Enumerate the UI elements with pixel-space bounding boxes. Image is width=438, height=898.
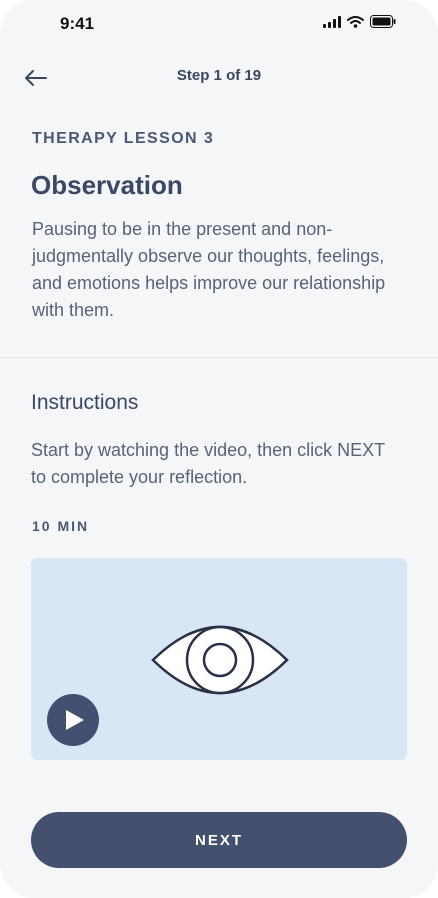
eye-icon [151, 625, 289, 695]
play-icon [66, 710, 84, 730]
video-player[interactable] [31, 558, 407, 760]
section-divider [0, 357, 438, 358]
play-button[interactable] [47, 694, 99, 746]
instructions-text: Start by watching the video, then click … [31, 440, 385, 487]
status-time: 9:41 [60, 14, 95, 33]
phone-screen: 9:41 Step 1 of 19 THERAPY LESSON 3 Obser… [0, 0, 438, 898]
header: Step 1 of 19 [0, 54, 438, 98]
status-icons [323, 15, 396, 28]
wifi-icon [347, 15, 364, 28]
next-button[interactable]: NEXT [31, 812, 407, 868]
lesson-title: Observation [31, 170, 183, 200]
duration-label: 10 MIN [32, 518, 90, 534]
battery-icon [370, 15, 396, 28]
lesson-eyebrow: THERAPY LESSON 3 [32, 130, 215, 147]
lesson-description: Pausing to be in the present and non-jud… [32, 219, 386, 320]
status-bar: 9:41 [0, 0, 438, 50]
instructions-title: Instructions [31, 391, 139, 414]
step-indicator: Step 1 of 19 [176, 67, 262, 84]
signal-icon [323, 15, 341, 28]
